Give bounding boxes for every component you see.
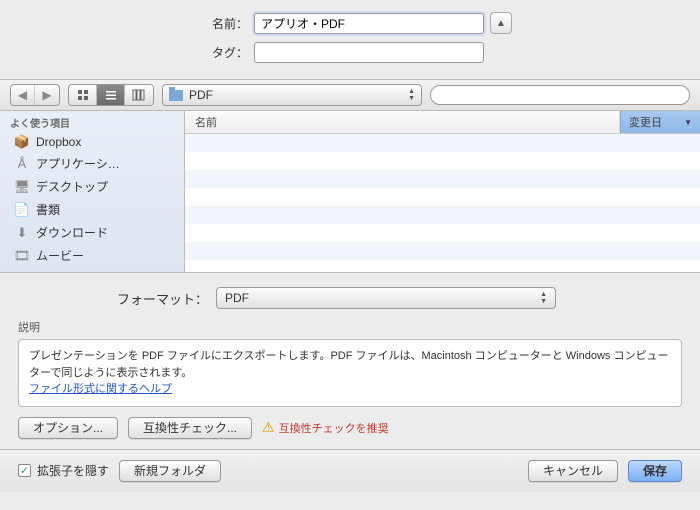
sidebar-item-label: 書類 [36,201,60,218]
new-folder-button[interactable]: 新規フォルダ [119,460,221,482]
toolbar: ◀ ▶ PDF ▲▼ 🔍 [0,79,700,111]
compatibility-check-button[interactable]: 互換性チェック... [128,417,252,439]
box-icon: 📦 [14,135,30,149]
sidebar-item-label: ミュージック [36,270,108,272]
location-label: PDF [189,88,213,102]
sidebar-item-desktop[interactable]: 🖥 デスクトップ [0,175,184,198]
description-box: プレゼンテーションを PDF ファイルにエクスポートします。PDF ファイルは、… [18,339,682,407]
description-label: 説明 [18,319,682,335]
name-tag-section: 名前： ▲ タグ： [0,0,700,79]
options-button[interactable]: オプション... [18,417,118,439]
sidebar-item-label: Dropbox [36,135,81,149]
save-button[interactable]: 保存 [628,460,682,482]
sidebar-item-label: アプリケーシ… [36,155,120,172]
sidebar-item-label: ムービー [36,247,84,264]
view-group [68,84,154,106]
tag-label: タグ： [188,44,248,61]
list-icon [105,89,117,101]
back-button[interactable]: ◀ [11,85,35,105]
sidebar-item-downloads[interactable]: ⬇ ダウンロード [0,221,184,244]
hide-extension-label: 拡張子を隠す [37,462,109,479]
grid-icon [77,89,89,101]
list-view-button[interactable] [97,85,125,105]
format-value: PDF [225,291,249,305]
column-name[interactable]: 名前 [185,111,620,133]
chevron-up-icon: ▲ [496,18,506,29]
location-select[interactable]: PDF ▲▼ [162,84,422,106]
desktop-icon: 🖥 [14,180,30,194]
chevron-left-icon: ◀ [18,88,27,102]
sidebar-item-label: デスクトップ [36,178,108,195]
name-input[interactable] [254,13,484,34]
documents-icon: 📄 [14,203,30,217]
checkbox-icon: ✓ [18,464,31,477]
warning-text: 互換性チェックを推奨 [279,420,389,436]
sidebar-header: よく使う項目 [0,111,184,132]
sidebar-item-applications[interactable]: Å アプリケーシ… [0,152,184,175]
columns-icon [132,89,146,101]
format-label: フォーマット： [18,289,208,308]
music-icon: ♫ [14,272,30,273]
format-select[interactable]: PDF ▲▼ [216,287,556,309]
description-text: プレゼンテーションを PDF ファイルにエクスポートします。PDF ファイルは、… [29,350,668,379]
sidebar-item-label: ダウンロード [36,224,108,241]
updown-icon: ▲▼ [540,291,547,305]
columns-header: 名前 変更日 ▼ [185,111,700,134]
downloads-icon: ⬇ [14,226,30,240]
forward-button[interactable]: ▶ [35,85,59,105]
column-view-button[interactable] [125,85,153,105]
movies-icon: 🎞 [14,249,30,263]
hide-extension-checkbox[interactable]: ✓ 拡張子を隠す [18,462,109,479]
sidebar-item-dropbox[interactable]: 📦 Dropbox [0,132,184,152]
warning-icon: ⚠ [262,419,275,436]
help-link[interactable]: ファイル形式に関するヘルプ [29,383,172,395]
folder-icon [169,90,183,101]
cancel-button[interactable]: キャンセル [528,460,618,482]
tag-input[interactable] [254,42,484,63]
name-label: 名前： [188,15,248,32]
footer: ✓ 拡張子を隠す 新規フォルダ キャンセル 保存 [0,449,700,492]
file-browser: よく使う項目 📦 Dropbox Å アプリケーシ… 🖥 デスクトップ 📄 書類… [0,111,700,273]
column-date[interactable]: 変更日 ▼ [620,111,700,133]
sort-indicator-icon: ▼ [684,118,692,127]
file-list: 名前 変更日 ▼ [185,111,700,272]
updown-icon: ▲▼ [408,88,415,102]
collapse-button[interactable]: ▲ [490,12,512,34]
compatibility-warning: ⚠ 互換性チェックを推奨 [262,419,389,436]
sidebar-item-documents[interactable]: 📄 書類 [0,198,184,221]
sidebar-item-movies[interactable]: 🎞 ムービー [0,244,184,267]
options-panel: フォーマット： PDF ▲▼ 説明 プレゼンテーションを PDF ファイルにエク… [0,273,700,449]
nav-group: ◀ ▶ [10,84,60,106]
search-input[interactable] [430,85,690,105]
empty-file-rows [185,134,700,272]
sidebar: よく使う項目 📦 Dropbox Å アプリケーシ… 🖥 デスクトップ 📄 書類… [0,111,185,272]
chevron-right-icon: ▶ [42,88,51,102]
sidebar-item-music[interactable]: ♫ ミュージック [0,267,184,272]
applications-icon: Å [14,157,30,171]
icon-view-button[interactable] [69,85,97,105]
